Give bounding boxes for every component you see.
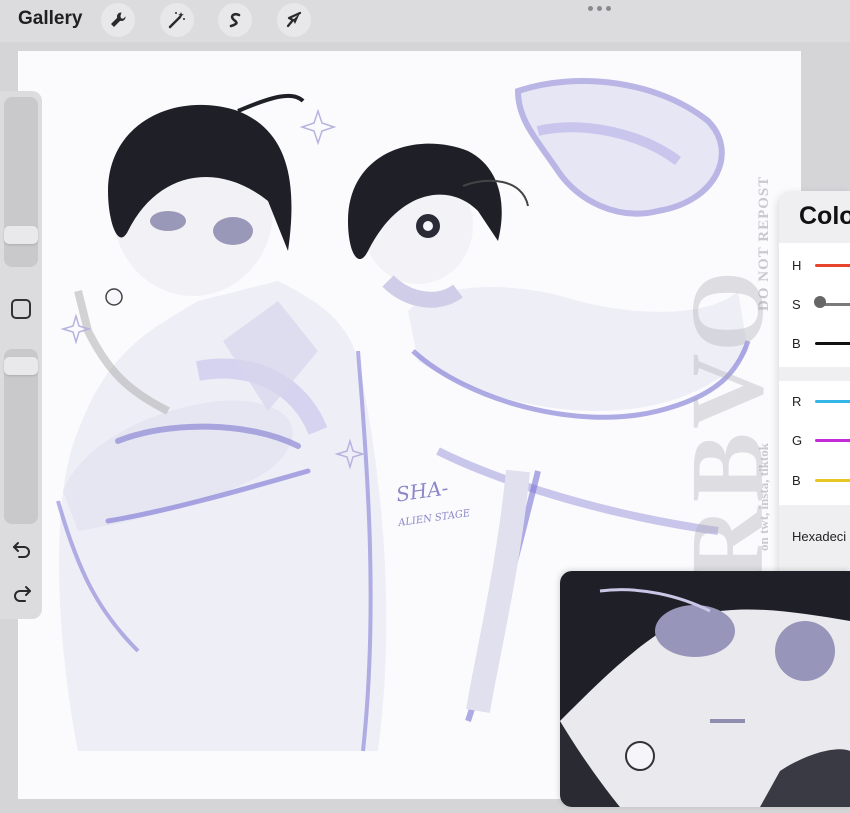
wrench-icon xyxy=(111,12,126,27)
hue-slider[interactable] xyxy=(815,264,850,267)
rgb-group: R G B xyxy=(779,381,850,505)
red-label: R xyxy=(792,394,802,409)
gallery-button[interactable]: Gallery xyxy=(18,8,82,30)
selection-button[interactable] xyxy=(218,3,252,37)
arrow-cursor-icon xyxy=(286,11,302,28)
selection-s-icon xyxy=(229,12,241,28)
opacity-handle[interactable] xyxy=(4,357,38,375)
undo-icon xyxy=(13,542,30,558)
saturation-label: S xyxy=(792,297,801,312)
blue-label: B xyxy=(792,473,801,488)
hexadecimal-label[interactable]: Hexadeci xyxy=(792,529,846,544)
reference-window[interactable] xyxy=(560,571,850,807)
opacity-slider[interactable] xyxy=(4,349,38,524)
red-slider[interactable] xyxy=(815,400,850,403)
three-dots-icon[interactable] xyxy=(588,6,611,11)
reference-image xyxy=(560,571,850,807)
hue-label: H xyxy=(792,258,802,273)
brightness-label: B xyxy=(792,336,801,351)
saturation-thumb[interactable] xyxy=(814,296,826,308)
adjustments-button[interactable] xyxy=(160,3,194,37)
undo-button[interactable] xyxy=(10,537,34,561)
green-label: G xyxy=(792,433,803,448)
actions-button[interactable] xyxy=(101,3,135,37)
brightness-slider[interactable] xyxy=(815,342,850,345)
color-panel: Colo H S B R G B Hexadeci xyxy=(779,191,850,611)
redo-button[interactable] xyxy=(10,581,34,605)
square-icon[interactable] xyxy=(11,299,31,319)
watermark-sub: DO NOT REPOST xyxy=(756,175,772,311)
brush-size-handle[interactable] xyxy=(4,226,38,244)
green-slider[interactable] xyxy=(815,439,850,442)
color-panel-title: Colo xyxy=(799,202,850,230)
redo-icon xyxy=(14,586,31,602)
left-figure xyxy=(56,93,387,752)
transform-button[interactable] xyxy=(277,3,311,37)
watermark-socials: on twt, insta, tiktok xyxy=(756,443,771,551)
blue-slider[interactable] xyxy=(815,479,850,482)
brush-size-slider[interactable] xyxy=(4,97,38,267)
top-toolbar: Gallery xyxy=(0,0,850,42)
magic-wand-icon xyxy=(168,12,185,29)
left-sidebar xyxy=(0,91,42,619)
